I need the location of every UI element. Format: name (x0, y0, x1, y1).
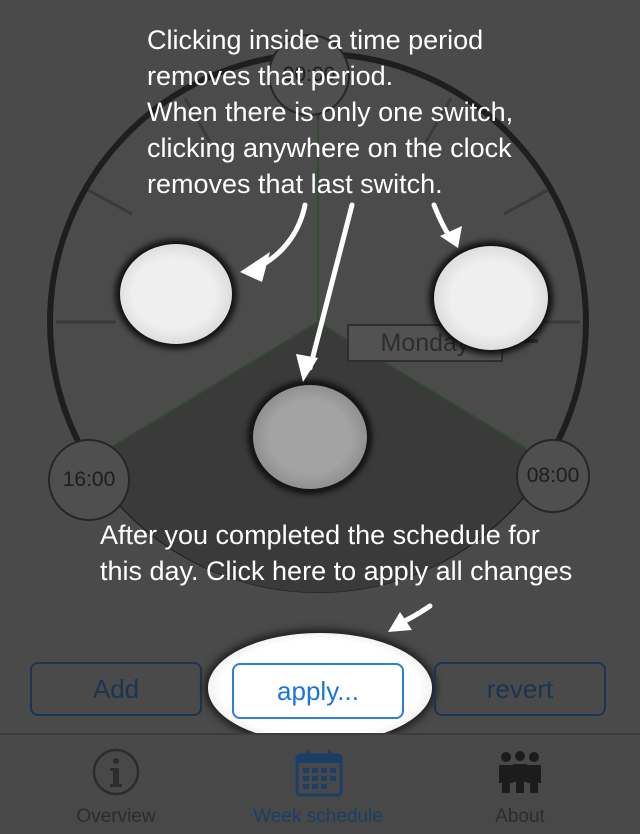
tab-about[interactable]: About (420, 735, 620, 834)
period-spotlight-right[interactable] (432, 244, 550, 352)
hint-line: After you completed the schedule for (100, 520, 540, 550)
hint-line: removes that last switch. (147, 169, 443, 199)
apply-button[interactable]: apply... (232, 663, 404, 719)
period-spotlight-center[interactable] (251, 383, 369, 491)
hint-line: Clicking inside a time period (147, 25, 484, 55)
hint-line: clicking anywhere on the clock (147, 133, 512, 163)
tab-week-schedule[interactable]: Week schedule (218, 735, 418, 834)
period-spotlight-left[interactable] (118, 242, 234, 346)
tab-label: Week schedule (253, 806, 383, 827)
hint-remove-period: Clicking inside a time period removes th… (147, 22, 627, 202)
people-icon (499, 751, 541, 793)
time-label-left: 16:00 (48, 439, 130, 521)
calendar-icon (295, 750, 343, 797)
hint-line: this day. Click here to apply all change… (100, 556, 573, 586)
hint-apply-changes: After you completed the schedule for thi… (100, 517, 640, 589)
hint-line: When there is only one switch, (147, 97, 514, 127)
tab-label: Overview (76, 806, 156, 827)
info-icon (92, 748, 140, 796)
add-button[interactable]: Add (30, 662, 202, 716)
time-label-right: 08:00 (516, 439, 590, 513)
hint-line: removes that period. (147, 61, 394, 91)
revert-button[interactable]: revert (434, 662, 606, 716)
tab-label: About (495, 806, 545, 827)
tutorial-screen: 00:00 16:00 08:00 Monday Clicking inside… (0, 0, 640, 834)
tab-overview[interactable]: Overview (16, 735, 216, 834)
tab-bar: Overview Week schedule About (0, 733, 640, 834)
